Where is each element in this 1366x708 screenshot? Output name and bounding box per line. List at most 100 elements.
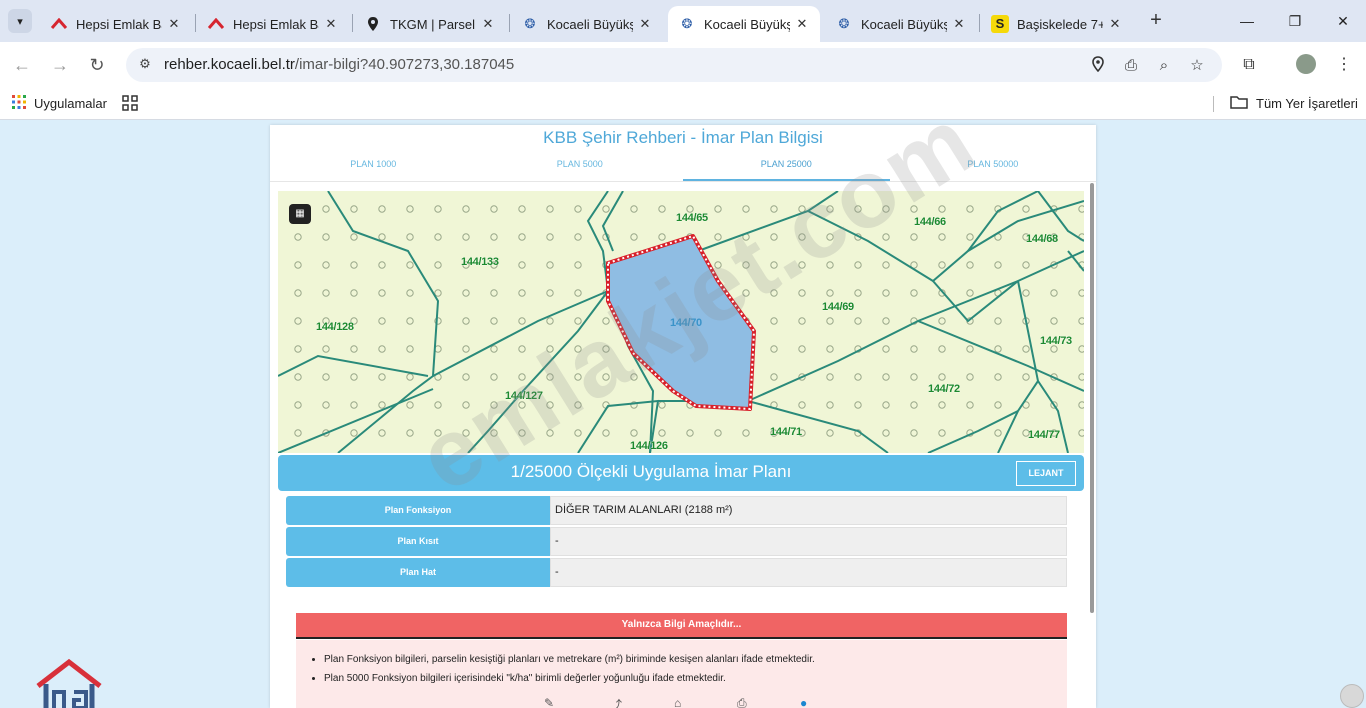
profile-avatar[interactable]	[1295, 54, 1317, 76]
info-row-plan-kisit: Plan Kısıt -	[286, 527, 1067, 556]
tab-title: TKGM | Parsel S	[390, 16, 476, 32]
print-icon[interactable]: ⎙	[737, 696, 747, 708]
tab-divider	[509, 14, 510, 32]
house-logo	[34, 658, 104, 708]
map-pin-icon	[364, 15, 382, 33]
legend-button[interactable]: LEJANT	[1016, 461, 1076, 486]
site-info-icon[interactable]: ⚙	[136, 56, 154, 74]
parcel-label: 144/128	[316, 321, 354, 333]
tab-plan-50000[interactable]: PLAN 50000	[890, 153, 1097, 181]
parcel-label: 144/133	[461, 256, 499, 268]
minimize-icon[interactable]: —	[1232, 8, 1262, 34]
install-app-icon[interactable]: ⎙	[1121, 56, 1141, 76]
notice-list: Plan Fonksiyon bilgileri, parselin kesiş…	[324, 654, 815, 692]
info-label: Plan Fonksiyon	[286, 496, 550, 525]
close-icon[interactable]: ✕	[1107, 16, 1123, 32]
close-icon[interactable]: ✕	[951, 16, 967, 32]
all-bookmarks[interactable]: Tüm Yer İşaretleri	[1230, 95, 1358, 112]
scrollbar[interactable]	[1090, 183, 1094, 613]
edit-icon[interactable]: ✎	[544, 696, 554, 708]
new-tab-icon[interactable]: +	[1144, 9, 1168, 33]
layers-icon[interactable]: ▦	[289, 204, 311, 224]
plan-map[interactable]: ▦ 144/65 144/66 144/68 144/133 144/128 1…	[278, 191, 1084, 453]
parcel-label: 144/72	[928, 383, 960, 395]
home-icon[interactable]: ⌂	[674, 696, 681, 708]
apps-grid-icon	[12, 95, 26, 112]
tab-tkgm[interactable]: TKGM | Parsel S ✕	[354, 6, 506, 42]
close-icon[interactable]: ✕	[794, 16, 810, 32]
forward-arrow-icon[interactable]: →	[48, 53, 72, 77]
hepsiemlak-icon	[50, 15, 68, 33]
plan-scale-header: 1/25000 Ölçekli Uygulama İmar Planı LEJA…	[278, 455, 1084, 491]
tab-plan-25000[interactable]: PLAN 25000	[683, 153, 890, 181]
tab-search-chevron-icon[interactable]: ▾	[8, 9, 32, 33]
parcel-label: 144/65	[676, 212, 708, 224]
extensions-icon[interactable]: ⧉	[1238, 54, 1260, 76]
restore-icon[interactable]: ❐	[1280, 8, 1310, 34]
bookmark-star-icon[interactable]: ☆	[1187, 56, 1207, 76]
tab-kocaeli-active[interactable]: ❂ Kocaeli Büyükş ✕	[668, 6, 820, 42]
close-icon[interactable]: ✕	[637, 16, 653, 32]
hepsiemlak-icon	[207, 15, 225, 33]
close-icon[interactable]: ✕	[166, 16, 182, 32]
notice-item: Plan Fonksiyon bilgileri, parselin kesiş…	[324, 654, 815, 665]
url-text[interactable]: rehber.kocaeli.bel.tr/imar-bilgi?40.9072…	[164, 56, 514, 73]
chat-avatar[interactable]	[1340, 684, 1364, 708]
zoom-icon[interactable]: ⌕	[1154, 56, 1174, 76]
tab-divider	[352, 14, 353, 32]
parcel-label: 144/68	[1026, 233, 1058, 245]
all-bookmarks-label: Tüm Yer İşaretleri	[1256, 96, 1358, 111]
share-icon[interactable]: ⤴	[610, 696, 622, 708]
info-label: Plan Kısıt	[286, 527, 550, 556]
url-path: /imar-bilgi?40.907273,30.187045	[294, 56, 515, 73]
info-value: -	[550, 558, 1067, 587]
parcel-label: 144/127	[505, 390, 543, 402]
bookmarks-divider	[1213, 96, 1214, 112]
parcel-label: 144/69	[822, 301, 854, 313]
reload-icon[interactable]: ↻	[85, 53, 109, 77]
tab-sahibinden[interactable]: S Başiskelede 7+ ✕	[981, 6, 1133, 42]
apps-bookmark[interactable]: Uygulamalar	[12, 95, 107, 112]
tab-plan-5000[interactable]: PLAN 5000	[477, 153, 684, 181]
tab-hepsi-emlak-2[interactable]: Hepsi Emlak Ba ✕	[197, 6, 349, 42]
bottom-action-bar: ✎ ⤴ ⌂ ⎙ ●	[270, 696, 1096, 708]
info-value: DİĞER TARIM ALANLARI (2188 m²)	[550, 496, 1067, 525]
tab-divider	[195, 14, 196, 32]
globe-icon[interactable]: ●	[800, 696, 807, 708]
selected-parcel-label: 144/70	[670, 317, 702, 329]
plan-tabs: PLAN 1000 PLAN 5000 PLAN 25000 PLAN 5000…	[270, 153, 1096, 182]
tab-groups-icon[interactable]	[122, 95, 138, 111]
tab-title: Kocaeli Büyükş	[704, 16, 790, 32]
page-viewport: KBB Şehir Rehberi - İmar Plan Bilgisi PL…	[0, 87, 1366, 708]
address-bar[interactable]: ⚙ rehber.kocaeli.bel.tr/imar-bilgi?40.90…	[126, 48, 1222, 82]
parcel-label: 144/66	[914, 216, 946, 228]
tab-kocaeli-3[interactable]: ❂ Kocaeli Büyükş ✕	[825, 6, 977, 42]
apps-label: Uygulamalar	[34, 96, 107, 111]
url-domain: rehber.kocaeli.bel.tr	[164, 56, 295, 73]
info-value: -	[550, 527, 1067, 556]
imar-panel: KBB Şehir Rehberi - İmar Plan Bilgisi PL…	[270, 125, 1096, 708]
back-arrow-icon[interactable]: ←	[10, 53, 34, 77]
parcel-label: 144/71	[770, 426, 802, 438]
tab-divider	[979, 14, 980, 32]
close-icon[interactable]: ✕	[480, 16, 496, 32]
sahibinden-icon: S	[991, 15, 1009, 33]
tab-title: Hepsi Emlak Ba	[233, 16, 319, 32]
tab-title: Kocaeli Büyükş	[547, 16, 633, 32]
kocaeli-icon: ❂	[681, 16, 693, 31]
tab-kocaeli-1[interactable]: ❂ Kocaeli Büyükş ✕	[511, 6, 663, 42]
notice-title: Yalnızca Bilgi Amaçlıdır...	[296, 613, 1067, 639]
tab-hepsi-emlak-1[interactable]: Hepsi Emlak Ba ✕	[40, 6, 192, 42]
tab-strip: ▾ Hepsi Emlak Ba ✕ Hepsi Emlak Ba ✕ TKGM…	[0, 0, 1366, 42]
info-row-plan-fonksiyon: Plan Fonksiyon DİĞER TARIM ALANLARI (218…	[286, 496, 1067, 525]
parcel-label: 144/77	[1028, 429, 1060, 441]
menu-dots-icon[interactable]: ⋮	[1333, 54, 1355, 76]
tab-title: Hepsi Emlak Ba	[76, 16, 162, 32]
notice-item: Plan 5000 Fonksiyon bilgileri içerisinde…	[324, 673, 815, 684]
close-icon[interactable]: ✕	[323, 16, 339, 32]
tab-title: Kocaeli Büyükş	[861, 16, 947, 32]
location-icon[interactable]	[1088, 56, 1108, 76]
tab-plan-1000[interactable]: PLAN 1000	[270, 153, 477, 181]
info-label: Plan Hat	[286, 558, 550, 587]
close-window-icon[interactable]: ✕	[1328, 8, 1358, 34]
